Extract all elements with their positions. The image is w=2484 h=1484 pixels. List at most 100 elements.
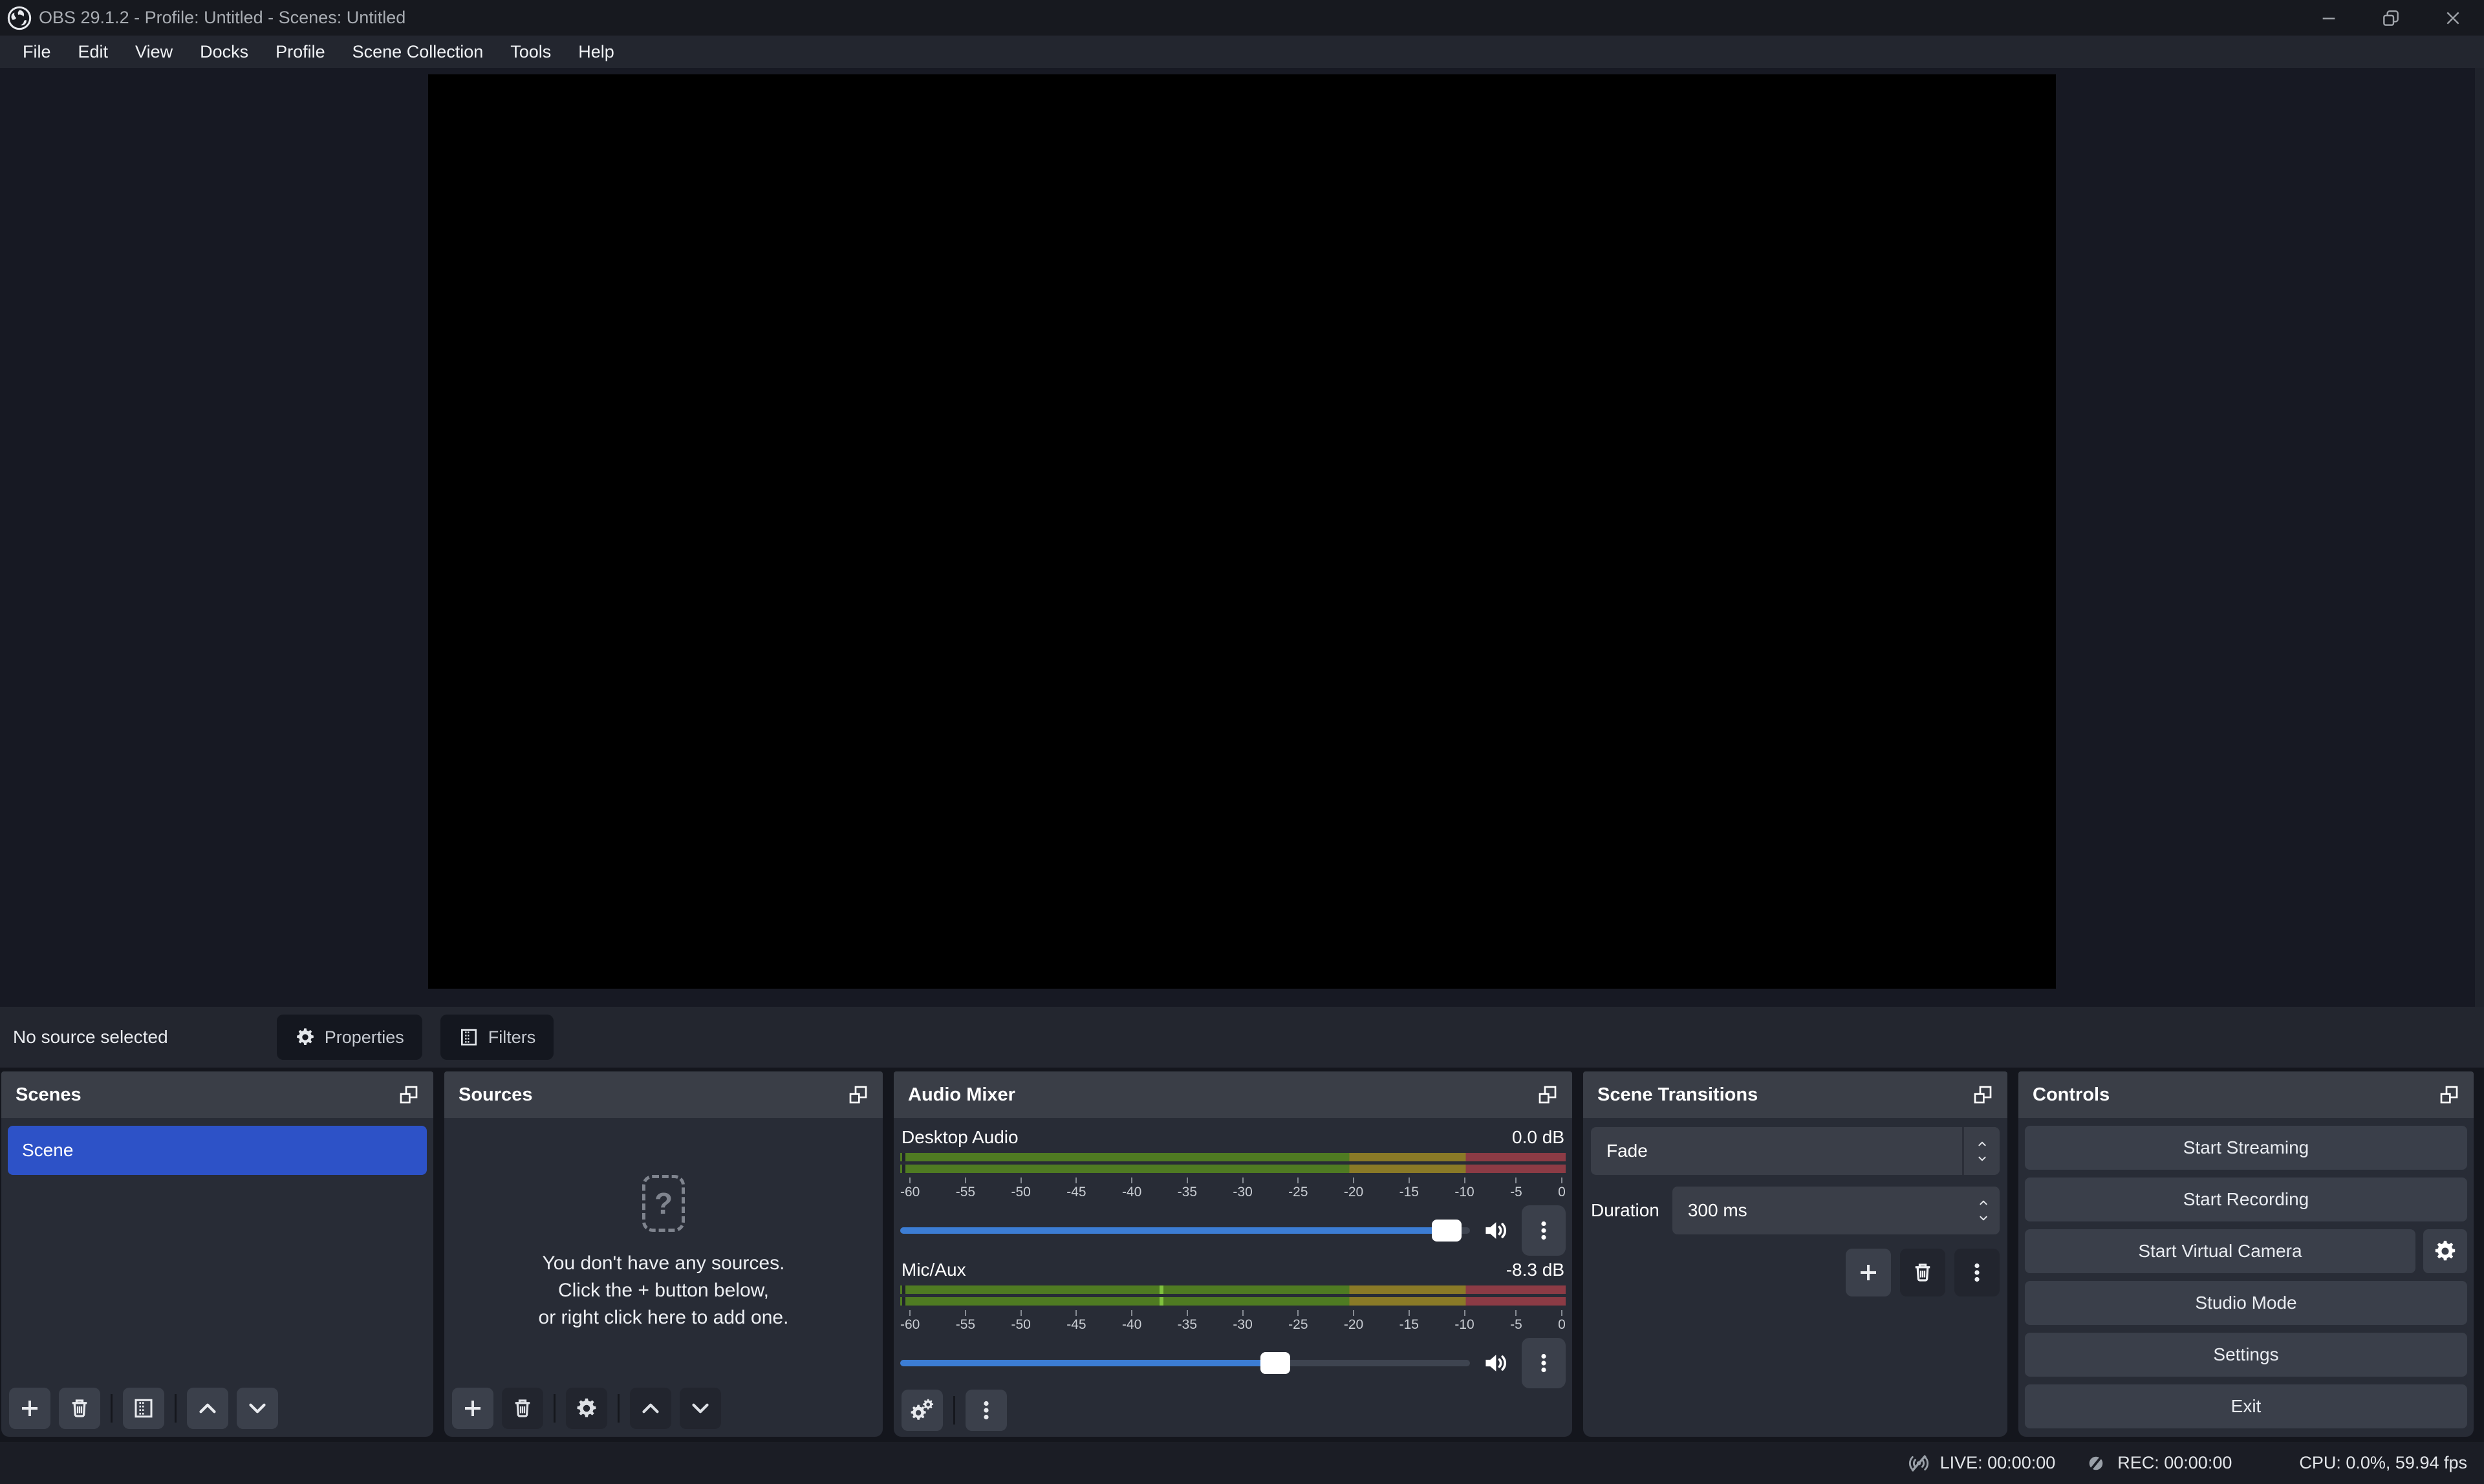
volume-slider[interactable] bbox=[900, 1227, 1470, 1234]
scene-transitions-panel: Scene Transitions Fade Duration 300 ms bbox=[1583, 1071, 2007, 1437]
close-icon bbox=[2443, 8, 2463, 28]
chevron-down-icon bbox=[1976, 1213, 1991, 1223]
move-source-down-button[interactable] bbox=[680, 1388, 721, 1429]
move-scene-down-button[interactable] bbox=[237, 1388, 278, 1429]
menu-tools[interactable]: Tools bbox=[497, 36, 565, 68]
menu-profile[interactable]: Profile bbox=[262, 36, 339, 68]
transition-select-arrows[interactable] bbox=[1962, 1127, 2000, 1175]
close-button[interactable] bbox=[2422, 0, 2484, 36]
mute-toggle-speaker-icon[interactable] bbox=[1482, 1349, 1510, 1377]
move-scene-up-button[interactable] bbox=[187, 1388, 228, 1429]
mute-toggle-speaker-icon[interactable] bbox=[1482, 1216, 1510, 1245]
rec-status: REC: 00:00:00 bbox=[2084, 1451, 2232, 1476]
add-transition-button[interactable] bbox=[1846, 1249, 1891, 1296]
controls-panel-title: Controls bbox=[2033, 1084, 2110, 1106]
remove-scene-button[interactable] bbox=[59, 1388, 100, 1429]
filter-icon bbox=[459, 1027, 479, 1048]
plus-icon bbox=[1857, 1261, 1880, 1284]
source-properties-button[interactable] bbox=[566, 1388, 607, 1429]
toolbar-separator bbox=[554, 1394, 556, 1423]
add-source-button[interactable] bbox=[452, 1388, 493, 1429]
live-time: LIVE: 00:00:00 bbox=[1940, 1453, 2056, 1473]
volume-slider-handle[interactable] bbox=[1432, 1220, 1462, 1242]
popout-icon[interactable] bbox=[1972, 1084, 1993, 1105]
toolbar-separator bbox=[953, 1396, 955, 1425]
start-recording-button[interactable]: Start Recording bbox=[2025, 1178, 2467, 1221]
duration-spinbox[interactable]: 300 ms bbox=[1672, 1187, 2000, 1234]
mixer-channel-mic-aux: Mic/Aux -8.3 dB -60 -55 -50 -45 -40 -35 bbox=[900, 1257, 1566, 1390]
advanced-audio-properties-button[interactable] bbox=[902, 1390, 943, 1431]
menu-file[interactable]: File bbox=[9, 36, 65, 68]
chevron-up-icon bbox=[639, 1397, 662, 1420]
channel-options-button[interactable] bbox=[1522, 1205, 1566, 1256]
minimize-button[interactable] bbox=[2298, 0, 2360, 36]
properties-button[interactable]: Properties bbox=[277, 1015, 422, 1060]
start-streaming-button[interactable]: Start Streaming bbox=[2025, 1126, 2467, 1170]
cpu-fps-status: CPU: 0.0%, 59.94 fps bbox=[2299, 1453, 2467, 1473]
scene-filters-button[interactable] bbox=[123, 1388, 164, 1429]
restore-button[interactable] bbox=[2360, 0, 2422, 36]
kebab-icon bbox=[975, 1399, 998, 1422]
source-toolbar: No source selected Properties Filters bbox=[0, 1007, 2484, 1068]
obs-window: OBS 29.1.2 - Profile: Untitled - Scenes:… bbox=[0, 0, 2484, 1484]
toolbar-separator bbox=[618, 1394, 620, 1423]
duration-value: 300 ms bbox=[1688, 1200, 1747, 1221]
sources-panel-title: Sources bbox=[459, 1084, 532, 1106]
minimize-icon bbox=[2318, 8, 2339, 28]
popout-icon[interactable] bbox=[398, 1084, 419, 1105]
filters-button[interactable]: Filters bbox=[440, 1015, 554, 1060]
kebab-icon bbox=[1965, 1261, 1989, 1284]
channel-options-button[interactable] bbox=[1522, 1338, 1566, 1388]
channel-name: Desktop Audio bbox=[902, 1127, 1019, 1148]
settings-button[interactable]: Settings bbox=[2025, 1333, 2467, 1377]
menu-help[interactable]: Help bbox=[565, 36, 628, 68]
popout-icon[interactable] bbox=[2439, 1084, 2459, 1105]
volume-slider[interactable] bbox=[900, 1360, 1470, 1366]
popout-icon[interactable] bbox=[1537, 1084, 1558, 1105]
audio-mixer-panel-title: Audio Mixer bbox=[908, 1084, 1015, 1106]
sources-panel: Sources ? You don't have any sources. Cl… bbox=[444, 1071, 883, 1437]
sources-empty-message: You don't have any sources. Click the + … bbox=[539, 1250, 789, 1331]
menu-docks[interactable]: Docks bbox=[186, 36, 262, 68]
transition-selected-value: Fade bbox=[1606, 1141, 1648, 1161]
scene-list-item-selected[interactable]: Scene bbox=[8, 1126, 427, 1175]
menu-view[interactable]: View bbox=[122, 36, 186, 68]
studio-mode-button[interactable]: Studio Mode bbox=[2025, 1281, 2467, 1325]
trash-icon bbox=[68, 1397, 91, 1420]
duration-spin-arrows[interactable] bbox=[1976, 1198, 1991, 1223]
popout-icon[interactable] bbox=[848, 1084, 869, 1105]
transition-select[interactable]: Fade bbox=[1591, 1127, 2000, 1175]
virtual-camera-settings-button[interactable] bbox=[2423, 1229, 2467, 1273]
scenes-toolbar bbox=[1, 1388, 433, 1437]
obs-logo-icon bbox=[6, 5, 32, 31]
workspace-right-edge bbox=[2475, 68, 2484, 1007]
plus-icon bbox=[18, 1397, 41, 1420]
add-scene-button[interactable] bbox=[9, 1388, 50, 1429]
scenes-panel: Scenes Scene bbox=[1, 1071, 433, 1437]
transition-options-button[interactable] bbox=[1954, 1249, 2000, 1296]
dock-area: Scenes Scene Sources bbox=[0, 1068, 2484, 1442]
move-source-up-button[interactable] bbox=[630, 1388, 671, 1429]
chevron-up-icon bbox=[1975, 1139, 1989, 1149]
start-virtual-camera-button[interactable]: Start Virtual Camera bbox=[2025, 1229, 2415, 1273]
preview-canvas[interactable] bbox=[428, 74, 2056, 989]
sources-empty-state[interactable]: ? You don't have any sources. Click the … bbox=[444, 1118, 883, 1388]
mixer-options-button[interactable] bbox=[966, 1390, 1007, 1431]
remove-transition-button[interactable] bbox=[1900, 1249, 1945, 1296]
menu-edit[interactable]: Edit bbox=[65, 36, 122, 68]
controls-panel: Controls Start Streaming Start Recording… bbox=[2018, 1071, 2474, 1437]
trash-icon bbox=[1911, 1261, 1934, 1284]
scenes-list: Scene bbox=[1, 1118, 433, 1388]
remove-source-button[interactable] bbox=[502, 1388, 543, 1429]
audio-mixer-panel: Audio Mixer Desktop Audio 0.0 dB -60 bbox=[894, 1071, 1572, 1437]
exit-button[interactable]: Exit bbox=[2025, 1384, 2467, 1428]
mixer-channel-desktop-audio: Desktop Audio 0.0 dB -60 -55 -50 -45 -40… bbox=[900, 1124, 1566, 1257]
scene-transitions-panel-title: Scene Transitions bbox=[1597, 1084, 1758, 1106]
volume-slider-handle[interactable] bbox=[1260, 1352, 1290, 1374]
meter-scale: -60 -55 -50 -45 -40 -35 -30 -25 -20 -15 … bbox=[900, 1176, 1566, 1200]
title-bar[interactable]: OBS 29.1.2 - Profile: Untitled - Scenes:… bbox=[0, 0, 2484, 36]
chevron-down-icon bbox=[1975, 1154, 1989, 1164]
menu-scene-collection[interactable]: Scene Collection bbox=[339, 36, 497, 68]
scene-name: Scene bbox=[22, 1140, 73, 1161]
toolbar-separator bbox=[111, 1394, 113, 1423]
